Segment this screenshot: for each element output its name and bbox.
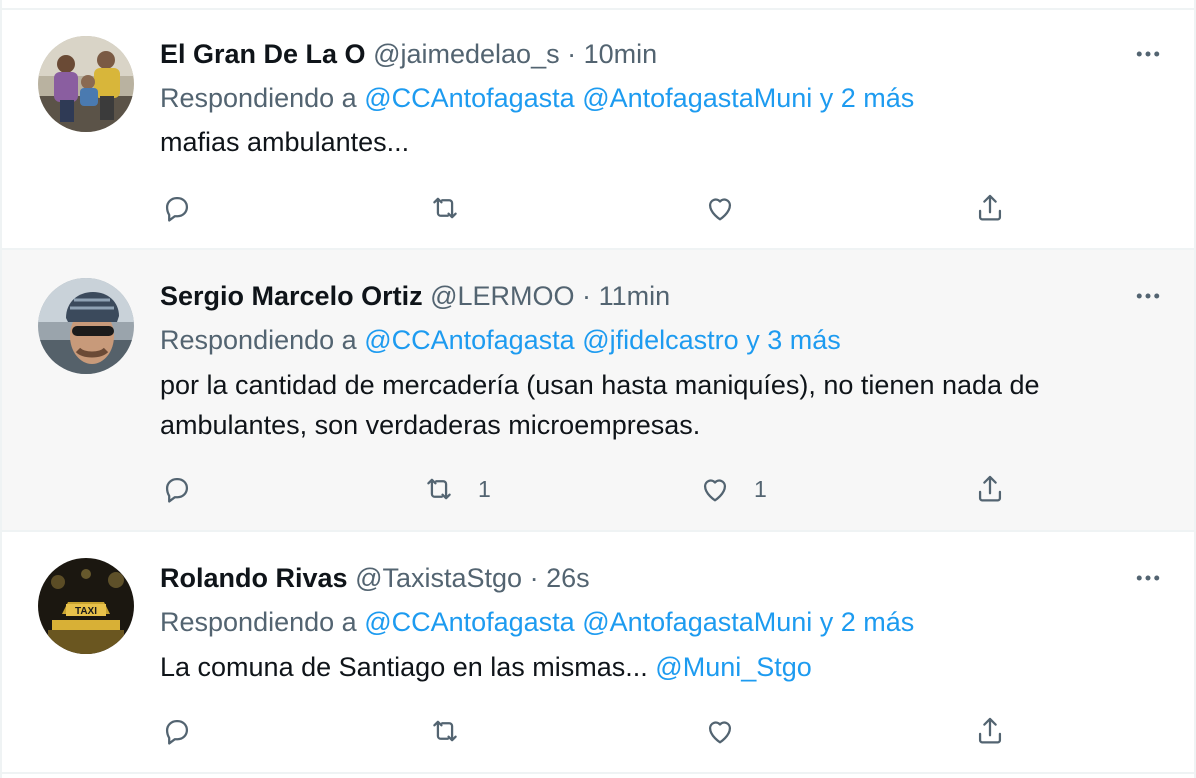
tweet[interactable]: Sergio Marcelo Ortiz @LERMOO · 11min Res…: [2, 250, 1194, 530]
avatar[interactable]: TAXI: [38, 558, 134, 654]
more-options-button[interactable]: [1130, 560, 1166, 596]
reply-more-link[interactable]: y 2 más: [820, 83, 915, 113]
separator-dot: ·: [529, 563, 539, 593]
like-button[interactable]: 1: [698, 469, 767, 509]
tweet[interactable]: TAXI Rolando Rivas @TaxistaStgo · 26s Re…: [2, 532, 1194, 770]
tweet-text: mafias ambulantes...: [160, 122, 1170, 162]
separator-dot: ·: [567, 39, 577, 69]
retweet-button[interactable]: 1: [422, 469, 491, 509]
reply-mention[interactable]: @AntofagastaMuni: [582, 607, 812, 637]
retweet-icon: [433, 197, 457, 219]
tweet-text: La comuna de Santiago en las mismas... @…: [160, 647, 1170, 687]
reply-button[interactable]: [160, 469, 216, 509]
reply-button[interactable]: [160, 188, 216, 228]
retweet-count: 1: [478, 475, 491, 502]
replying-prefix: Respondiendo a: [160, 607, 357, 637]
avatar[interactable]: [38, 36, 134, 132]
timestamp[interactable]: 11min: [599, 281, 671, 311]
heart-icon: [703, 479, 727, 502]
taxi-sign-avatar: TAXI: [38, 558, 134, 654]
tweet-text-line: La comuna de Santiago en las mismas... @…: [160, 647, 1170, 687]
avatar[interactable]: [38, 278, 134, 374]
share-icon: [978, 475, 1002, 502]
author-name[interactable]: Rolando Rivas: [160, 563, 348, 593]
author-handle[interactable]: @TaxistaStgo: [355, 563, 522, 593]
reply-mention[interactable]: @CCAntofagasta: [364, 83, 575, 113]
tweet-actions: [160, 711, 1060, 751]
tweet-header: El Gran De La O @jaimedelao_s · 10min: [160, 36, 657, 72]
family-photo-avatar: [38, 36, 134, 132]
tweet-text-line: por la cantidad de mercadería (usan hast…: [160, 370, 1040, 400]
replying-prefix: Respondiendo a: [160, 325, 357, 355]
author-handle[interactable]: @LERMOO: [430, 281, 574, 311]
tweet-text-line: mafias ambulantes...: [160, 127, 410, 157]
like-button[interactable]: [703, 188, 759, 228]
replying-prefix: Respondiendo a: [160, 83, 357, 113]
timeline: El Gran De La O @jaimedelao_s · 10min Re…: [0, 0, 1196, 778]
retweet-icon: [427, 478, 451, 500]
share-button[interactable]: [973, 711, 1007, 751]
more-options-button[interactable]: [1130, 278, 1166, 314]
timestamp[interactable]: 10min: [584, 39, 658, 69]
replying-to-line: Respondiendo a @CCAntofagasta @jfidelcas…: [160, 322, 841, 358]
more-options-button[interactable]: [1130, 36, 1166, 72]
author-handle[interactable]: @jaimedelao_s: [373, 39, 560, 69]
tweet-divider: [2, 772, 1194, 774]
tweet-header: Rolando Rivas @TaxistaStgo · 26s: [160, 560, 590, 596]
more-icon: [1136, 293, 1160, 299]
reply-more-link[interactable]: y 2 más: [820, 607, 915, 637]
separator-dot: ·: [582, 281, 592, 311]
reply-mention[interactable]: @CCAntofagasta: [364, 325, 575, 355]
reply-button[interactable]: [160, 711, 216, 751]
tweet-text: por la cantidad de mercadería (usan hast…: [160, 365, 1170, 445]
timestamp[interactable]: 26s: [546, 563, 590, 593]
reply-icon: [165, 477, 189, 503]
retweet-icon: [433, 720, 457, 742]
tweet-actions: [160, 188, 1060, 228]
reply-more-link[interactable]: y 3 más: [746, 325, 841, 355]
tweet-text-content: La comuna de Santiago en las mismas...: [160, 652, 648, 682]
like-button[interactable]: [703, 711, 759, 751]
author-name[interactable]: Sergio Marcelo Ortiz: [160, 281, 423, 311]
heart-icon: [708, 721, 732, 744]
share-button[interactable]: [973, 188, 1007, 228]
taxi-sign-text: TAXI: [75, 606, 97, 617]
replying-to-line: Respondiendo a @CCAntofagasta @Antofagas…: [160, 80, 914, 116]
share-icon: [978, 194, 1002, 221]
reply-icon: [165, 196, 189, 222]
tweet[interactable]: El Gran De La O @jaimedelao_s · 10min Re…: [2, 10, 1194, 248]
like-count: 1: [754, 475, 767, 502]
text-mention[interactable]: @Muni_Stgo: [655, 652, 812, 682]
retweet-button[interactable]: [428, 188, 484, 228]
tweet-actions: 1 1: [160, 469, 1060, 509]
tweet-header: Sergio Marcelo Ortiz @LERMOO · 11min: [160, 278, 670, 314]
cyclist-photo-avatar: [38, 278, 134, 374]
retweet-button[interactable]: [428, 711, 484, 751]
reply-mention[interactable]: @jfidelcastro: [582, 325, 738, 355]
heart-icon: [708, 198, 732, 221]
reply-mention[interactable]: @AntofagastaMuni: [582, 83, 812, 113]
author-name[interactable]: El Gran De La O: [160, 39, 366, 69]
tweet-text-line: ambulantes, son verdaderas microempresas…: [160, 410, 701, 440]
replying-to-line: Respondiendo a @CCAntofagasta @Antofagas…: [160, 604, 914, 640]
share-button[interactable]: [973, 469, 1007, 509]
reply-icon: [165, 719, 189, 745]
share-icon: [978, 717, 1002, 744]
more-icon: [1136, 575, 1160, 581]
reply-mention[interactable]: @CCAntofagasta: [364, 607, 575, 637]
more-icon: [1136, 51, 1160, 57]
